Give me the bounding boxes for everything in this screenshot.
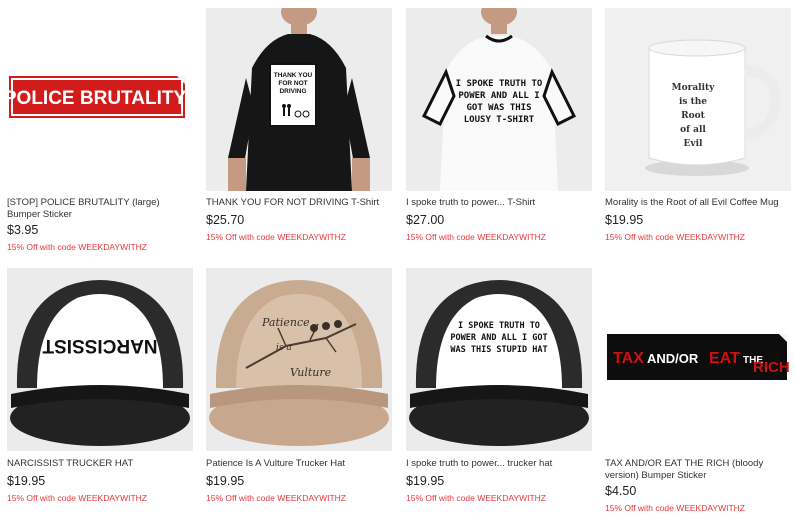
product-price: $4.50 [605, 484, 637, 498]
product-image[interactable]: POLICE BRUTALITY [7, 8, 193, 191]
product-title[interactable]: NARCISSIST TRUCKER HAT [7, 458, 193, 470]
svg-text:EAT: EAT [709, 350, 740, 367]
svg-text:Evil: Evil [684, 139, 704, 149]
svg-text:Morality: Morality [672, 83, 716, 93]
svg-text:I SPOKE TRUTH TO: I SPOKE TRUTH TO [456, 79, 543, 89]
promo-text: 15% Off with code WEEKDAYWITHZ [406, 493, 546, 503]
promo-text: 15% Off with code WEEKDAYWITHZ [7, 493, 147, 503]
svg-text:I SPOKE TRUTH TO: I SPOKE TRUTH TO [458, 321, 540, 331]
promo-text: 15% Off with code WEEKDAYWITHZ [206, 493, 346, 503]
product-price: $19.95 [406, 474, 445, 488]
svg-text:TAX: TAX [613, 350, 644, 367]
product-price: $25.70 [206, 213, 245, 227]
product-title[interactable]: TAX AND/OR EAT THE RICH (bloody version)… [605, 458, 791, 482]
svg-text:GOT WAS THIS: GOT WAS THIS [466, 103, 531, 113]
product-image[interactable]: Patience is a Vulture [206, 268, 392, 451]
svg-text:is a: is a [276, 343, 292, 353]
svg-text:WAS THIS STUPID HAT: WAS THIS STUPID HAT [450, 345, 547, 355]
svg-text:DRIVING: DRIVING [279, 88, 306, 95]
promo-text: 15% Off with code WEEKDAYWITHZ [605, 503, 745, 513]
svg-text:FOR NOT: FOR NOT [278, 80, 307, 87]
sticker-text: POLICE BRUTALITY [7, 88, 186, 109]
product-price: $19.95 [206, 474, 245, 488]
svg-text:POWER AND ALL I: POWER AND ALL I [458, 91, 539, 101]
svg-text:is the: is the [679, 97, 707, 107]
product-image[interactable]: I SPOKE TRUTH TO POWER AND ALL I GOT WAS… [406, 8, 592, 191]
svg-text:AND/OR: AND/OR [647, 351, 699, 366]
product-title[interactable]: THANK YOU FOR NOT DRIVING T-Shirt [206, 197, 392, 209]
svg-text:Patience: Patience [261, 316, 310, 329]
svg-text:Vulture: Vulture [290, 366, 332, 379]
product-title[interactable]: I spoke truth to power... T-Shirt [406, 197, 592, 209]
promo-text: 15% Off with code WEEKDAYWITHZ [206, 232, 346, 242]
product-title[interactable]: Morality is the Root of all Evil Coffee … [605, 197, 791, 209]
svg-text:LOUSY T-SHIRT: LOUSY T-SHIRT [464, 115, 535, 125]
product-price: $27.00 [406, 213, 445, 227]
product-image[interactable]: TAX AND/OR EAT THE RICH [605, 268, 791, 451]
product-image[interactable]: Morality is the Root of all Evil [605, 8, 791, 191]
promo-text: 15% Off with code WEEKDAYWITHZ [7, 242, 147, 252]
product-title[interactable]: Patience Is A Vulture Trucker Hat [206, 458, 392, 470]
svg-text:POWER AND ALL I GOT: POWER AND ALL I GOT [450, 333, 547, 343]
product-price: $19.95 [605, 213, 644, 227]
product-title[interactable]: [STOP] POLICE BRUTALITY (large) Bumper S… [7, 197, 193, 221]
product-price: $3.95 [7, 223, 39, 237]
promo-text: 15% Off with code WEEKDAYWITHZ [605, 232, 745, 242]
svg-text:THANK YOU: THANK YOU [274, 72, 313, 79]
svg-text:RICH: RICH [753, 359, 790, 376]
product-image[interactable]: THANK YOU FOR NOT DRIVING [206, 8, 392, 191]
product-image[interactable]: I SPOKE TRUTH TO POWER AND ALL I GOT WAS… [406, 268, 592, 451]
product-price: $19.95 [7, 474, 46, 488]
promo-text: 15% Off with code WEEKDAYWITHZ [406, 232, 546, 242]
product-title[interactable]: I spoke truth to power... trucker hat [406, 458, 592, 470]
product-image[interactable]: NARCISSIST [7, 268, 193, 451]
svg-text:Root: Root [681, 111, 705, 121]
svg-text:of all: of all [680, 125, 706, 135]
svg-text:NARCISSIST: NARCISSIST [42, 335, 157, 356]
